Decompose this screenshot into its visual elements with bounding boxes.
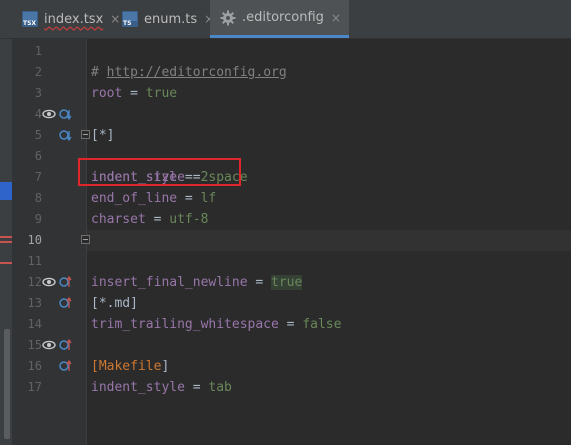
code-line: charset = utf-8 bbox=[91, 212, 209, 227]
gutter-line: 14 bbox=[27, 317, 42, 331]
code-line: trim_trailing_whitespace = false bbox=[91, 317, 342, 332]
error-marker bbox=[0, 262, 12, 264]
code-line-current: insert_final_newline = true bbox=[81, 230, 571, 290]
overriding-up-icon[interactable] bbox=[58, 275, 72, 289]
code-line: [*] bbox=[87, 104, 571, 143]
tab-index-tsx[interactable]: TSX index.tsx × bbox=[22, 0, 120, 38]
error-marker bbox=[0, 236, 12, 238]
tab-label: .editorconfig bbox=[242, 10, 324, 25]
overriding-up-icon[interactable] bbox=[58, 338, 72, 352]
gutter-line-current: 10 bbox=[27, 233, 42, 247]
gutter-line: 4 bbox=[12, 104, 86, 125]
eye-icon[interactable] bbox=[42, 275, 56, 289]
gutter-line: 8 bbox=[34, 191, 42, 205]
gutter-line: 11 bbox=[27, 254, 42, 268]
tab-enum-ts[interactable]: TS enum.ts × bbox=[122, 0, 214, 38]
gutter-line: 6 bbox=[34, 149, 42, 163]
gutter-line: 12 bbox=[12, 272, 86, 293]
gutter-line: 2 bbox=[34, 65, 42, 79]
left-tool-strip bbox=[0, 39, 12, 445]
gutter-line: 3 bbox=[34, 86, 42, 100]
tab-label: enum.ts bbox=[144, 11, 198, 27]
gutter-line: 15 bbox=[12, 335, 86, 356]
code-line: trim_trailing_whitespace = true bbox=[87, 209, 571, 248]
code-line: root = true bbox=[91, 86, 178, 101]
code-line: indent_style = tab bbox=[91, 380, 232, 395]
tab-label: index.tsx bbox=[44, 11, 104, 27]
error-marker bbox=[0, 241, 12, 243]
scrollbar-thumb[interactable] bbox=[4, 329, 10, 439]
tsx-file-icon: TSX bbox=[22, 11, 38, 27]
fold-icon[interactable] bbox=[81, 235, 90, 244]
gutter-line: 16 bbox=[12, 356, 86, 377]
gear-icon bbox=[220, 10, 236, 26]
code-line: indent_style = space bbox=[81, 125, 571, 185]
gutter-line: 9 bbox=[34, 212, 42, 226]
code-editor[interactable]: # http://editorconfig.org root = true [*… bbox=[81, 39, 571, 445]
overriding-up-icon[interactable] bbox=[58, 359, 72, 373]
gutter-line: 5 bbox=[12, 125, 86, 146]
gutter-line: 13 bbox=[12, 293, 86, 314]
selection-marker bbox=[0, 182, 12, 200]
overridden-down-icon[interactable] bbox=[58, 107, 72, 121]
overridden-down-icon[interactable] bbox=[58, 128, 72, 142]
close-icon[interactable]: × bbox=[110, 12, 120, 26]
eye-icon[interactable] bbox=[42, 107, 56, 121]
line-number-gutter: 1 2 3 4 5 6 7 8 9 10 11 12 13 14 15 16 1… bbox=[12, 39, 87, 445]
overriding-up-icon[interactable] bbox=[58, 296, 72, 310]
fold-icon[interactable] bbox=[81, 130, 90, 139]
gutter-line: 17 bbox=[27, 380, 42, 394]
ts-file-icon: TS bbox=[122, 11, 138, 27]
eye-icon[interactable] bbox=[42, 338, 56, 352]
code-line: [Makefile] bbox=[87, 335, 571, 374]
gutter-line: 7 bbox=[34, 170, 42, 184]
code-line: # http://editorconfig.org bbox=[91, 65, 287, 80]
close-icon[interactable]: × bbox=[331, 11, 341, 25]
editor-tab-bar: TSX index.tsx × TS enum.ts × bbox=[0, 0, 571, 39]
gutter-line: 1 bbox=[34, 44, 42, 58]
tab-editorconfig[interactable]: .editorconfig × bbox=[210, 0, 349, 38]
highlight-annotation-box bbox=[78, 158, 241, 186]
code-line: [*.md] bbox=[87, 272, 571, 311]
